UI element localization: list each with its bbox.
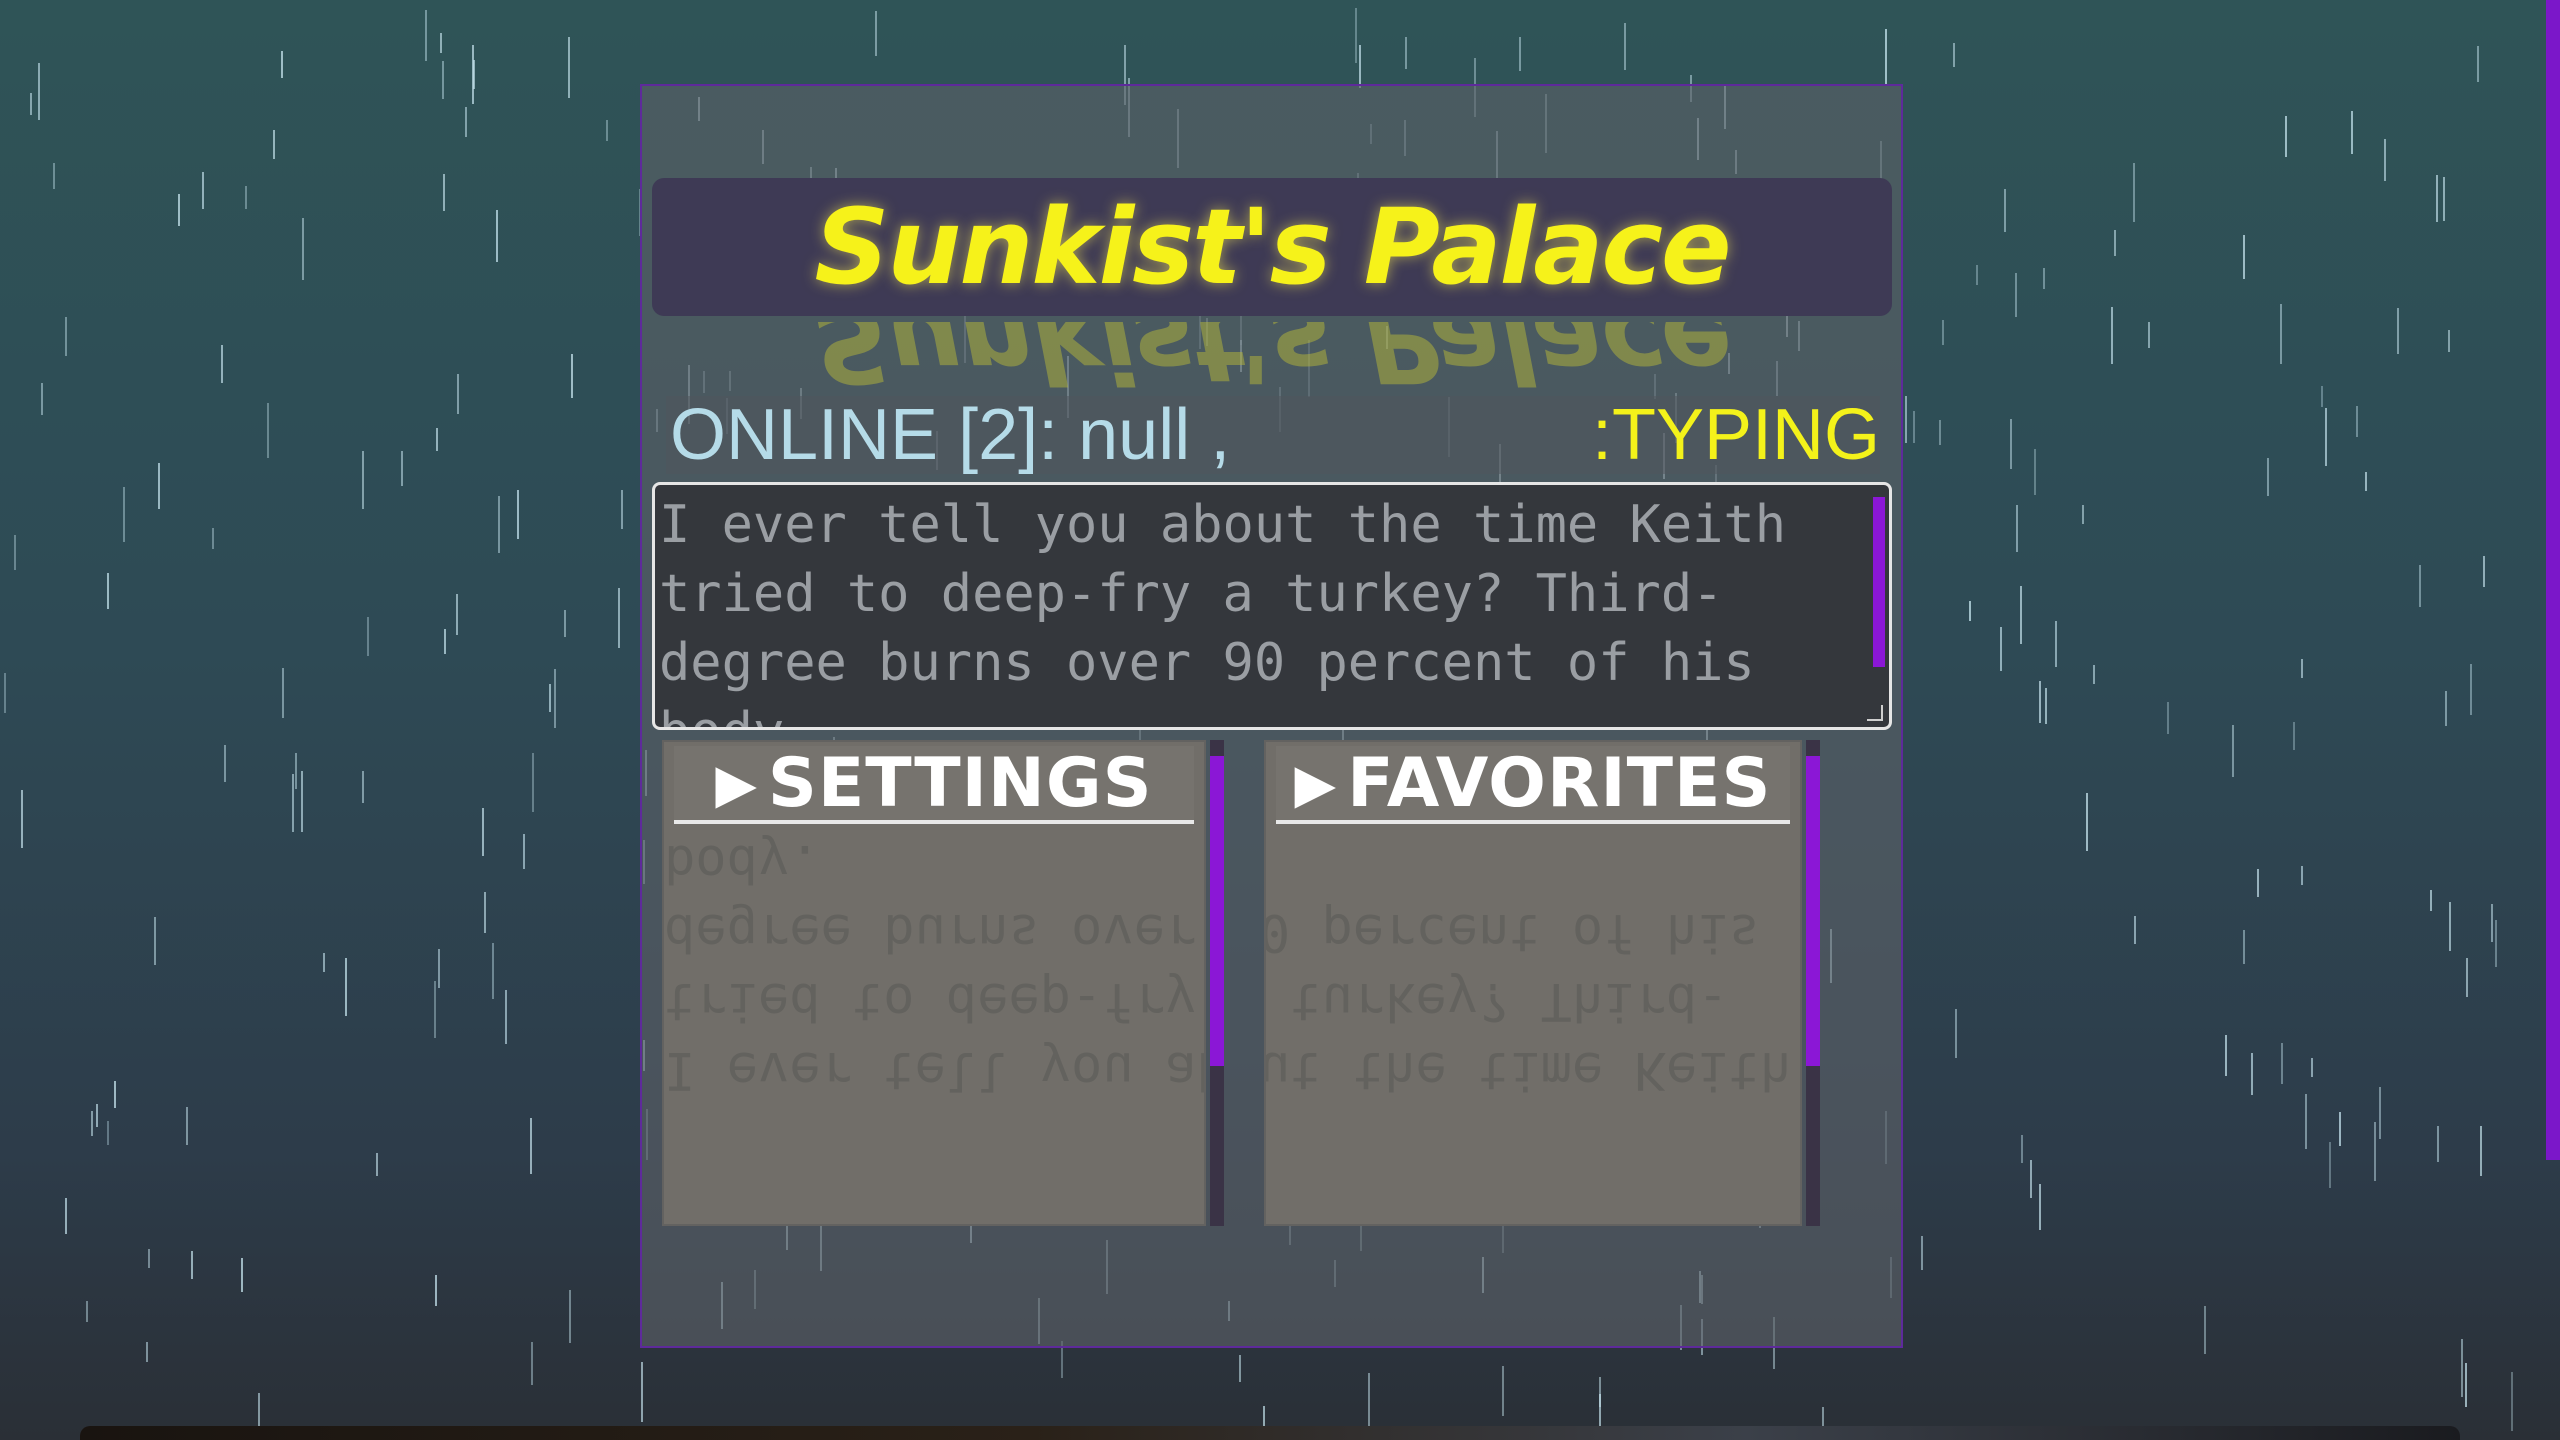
- chat-room-panel: Sunkist's Palace Sunkist's Palace ONLINE…: [640, 84, 1903, 1348]
- chat-scrollbar[interactable]: [1873, 497, 1885, 667]
- favorites-scroll-thumb[interactable]: [1806, 756, 1820, 1066]
- room-title: Sunkist's Palace: [814, 186, 1731, 308]
- typing-indicator: :TYPING: [1591, 395, 1880, 475]
- play-arrow-icon: ▶: [1294, 751, 1338, 815]
- settings-panel: I ever tell you about the time Keith tri…: [662, 740, 1228, 1226]
- room-title-reflection-text: Sunkist's Palace: [814, 322, 1730, 405]
- favorites-reflection: I ever tell you about the time Keith tri…: [1264, 902, 1792, 1100]
- settings-scrollbar[interactable]: [1210, 740, 1224, 1226]
- online-users-status: ONLINE [2]: null ,: [670, 395, 1231, 475]
- settings-panel-body: I ever tell you about the time Keith tri…: [662, 740, 1206, 1226]
- favorites-panel-body: I ever tell you about the time Keith tri…: [1264, 740, 1802, 1226]
- favorites-scrollbar[interactable]: [1806, 740, 1820, 1226]
- settings-button[interactable]: ▶ SETTINGS: [674, 743, 1194, 824]
- favorites-panel: I ever tell you about the time Keith tri…: [1264, 740, 1824, 1226]
- settings-reflection: I ever tell you about the time Keith tri…: [664, 833, 1204, 1100]
- settings-label: SETTINGS: [767, 743, 1153, 823]
- resize-handle-icon[interactable]: [1867, 705, 1883, 721]
- bottom-image-strip: [80, 1426, 2460, 1440]
- favorites-label: FAVORITES: [1347, 743, 1772, 823]
- play-arrow-icon: ▶: [715, 751, 758, 815]
- page-scrollbar[interactable]: [2546, 0, 2560, 1160]
- favorites-button[interactable]: ▶ FAVORITES: [1276, 743, 1790, 824]
- chat-message-text[interactable]: I ever tell you about the time Keith tri…: [659, 491, 1859, 727]
- settings-scroll-thumb[interactable]: [1210, 756, 1224, 1066]
- presence-bar: ONLINE [2]: null , :TYPING: [666, 395, 1880, 475]
- chat-input[interactable]: I ever tell you about the time Keith tri…: [652, 482, 1892, 730]
- room-title-bar: Sunkist's Palace: [652, 178, 1892, 316]
